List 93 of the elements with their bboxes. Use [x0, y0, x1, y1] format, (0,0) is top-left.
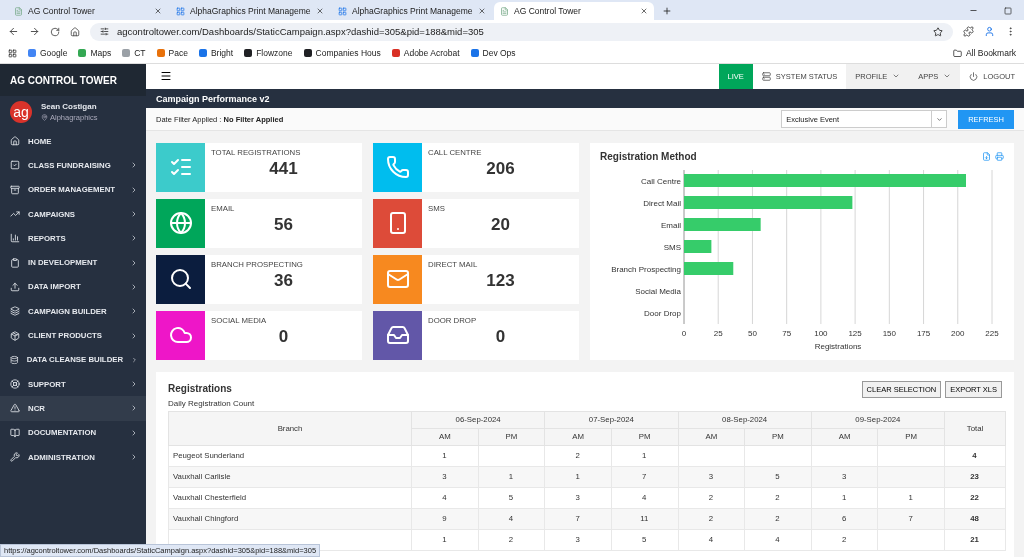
house-icon	[10, 136, 20, 147]
bookmark[interactable]: Bright	[198, 48, 234, 58]
bookmark[interactable]: CT	[122, 48, 146, 58]
stat-value: 56	[274, 215, 293, 235]
new-tab-icon[interactable]	[662, 6, 672, 16]
panel-subtitle: Daily Registration Count	[168, 399, 255, 408]
package-icon	[10, 330, 20, 341]
bar	[684, 240, 712, 253]
bar	[684, 262, 734, 275]
category-label: Email	[661, 221, 681, 230]
browser-tab[interactable]: AlphaGraphics Print Manageme	[332, 2, 492, 20]
tick-label: 175	[916, 329, 931, 338]
axis-title: Registrations	[814, 342, 862, 351]
category-label: Direct Mail	[643, 199, 681, 208]
bar-chart-icon	[10, 233, 20, 244]
stat-value: 20	[491, 215, 510, 235]
lifebuoy-icon	[10, 379, 20, 390]
page-title: Campaign Performance v2	[146, 88, 1024, 109]
tick-label: 225	[985, 329, 999, 338]
trend-icon	[10, 209, 20, 220]
maximize-icon[interactable]	[1004, 7, 1012, 15]
tick-label: 150	[882, 329, 896, 338]
bookmark[interactable]: Google	[28, 48, 68, 58]
home-icon[interactable]	[70, 26, 80, 37]
category-label: Social Media	[635, 287, 681, 296]
profile-icon[interactable]	[984, 26, 995, 37]
tick-label: 125	[848, 329, 862, 338]
bookmark[interactable]: Adobe Acrobat	[391, 48, 460, 58]
tick-label: 0	[681, 329, 687, 338]
back-icon[interactable]	[8, 26, 19, 37]
user-name: Sean Costigan	[41, 102, 98, 111]
upload-icon	[10, 281, 20, 292]
site-settings-icon[interactable]	[100, 27, 109, 36]
clipboard-icon	[10, 257, 20, 268]
checkbox-icon	[10, 160, 20, 171]
globe-icon	[168, 211, 193, 236]
book-icon	[10, 427, 20, 438]
grid-icon	[338, 6, 347, 16]
printer-icon[interactable]	[995, 152, 1004, 161]
page-icon	[500, 6, 509, 16]
bookmark[interactable]: Pace	[156, 48, 188, 58]
bookmark[interactable]: Flowzone	[244, 48, 293, 58]
stat-value: 206	[486, 159, 515, 179]
category-label: SMS	[663, 243, 681, 252]
bookmark[interactable]: Companies Hous	[303, 48, 381, 58]
forward-icon[interactable]	[29, 26, 40, 37]
folder-icon	[952, 48, 962, 58]
extensions-icon[interactable]	[963, 26, 974, 37]
apps-icon[interactable]	[8, 48, 17, 58]
panel-title: Registrations	[168, 383, 232, 394]
close-icon[interactable]	[316, 7, 324, 15]
address-field[interactable]: agcontroltower.com/Dashboards/StaticCampaign.aspx?dashid=305&pid=188&mid=305	[90, 22, 953, 41]
browser-tab[interactable]: AG Control Tower	[8, 2, 168, 20]
menu-icon[interactable]	[160, 70, 172, 83]
phone-icon	[385, 155, 410, 180]
archive-icon	[10, 184, 20, 195]
close-icon[interactable]	[640, 7, 648, 15]
tick-label: 200	[951, 329, 965, 338]
layers-icon	[10, 306, 20, 317]
tick-label: 50	[748, 329, 757, 338]
grid-icon	[176, 6, 185, 16]
warning-icon	[10, 403, 20, 414]
close-icon[interactable]	[478, 7, 486, 15]
server-icon	[761, 71, 771, 81]
chart-title: Registration Method	[600, 151, 697, 162]
brand-title: AG CONTROL TOWER	[0, 64, 146, 96]
tick-label: 75	[782, 329, 792, 338]
tick-label: 100	[814, 329, 828, 338]
category-label: Door Drop	[644, 309, 681, 318]
all-bookmarks[interactable]: All Bookmark	[952, 48, 1016, 58]
browser-tab[interactable]: AG Control Tower	[494, 2, 654, 20]
category-label: Branch Prospecting	[611, 265, 681, 274]
power-icon	[969, 71, 979, 81]
caret-icon	[935, 115, 943, 123]
search-icon	[168, 267, 193, 292]
close-icon[interactable]	[154, 7, 162, 15]
bookmark-star-icon[interactable]	[933, 26, 943, 37]
bookmark[interactable]: Maps	[78, 48, 112, 58]
avatar: ag	[10, 101, 32, 123]
pin-icon	[41, 114, 48, 121]
stat-value: 123	[486, 271, 515, 291]
database-icon	[10, 354, 19, 365]
wrench-icon	[10, 452, 20, 462]
stat-value: 0	[278, 327, 289, 347]
stat-value: 36	[274, 271, 293, 291]
stat-value: 441	[269, 159, 298, 179]
reload-icon[interactable]	[50, 26, 60, 37]
browser-tab[interactable]: AlphaGraphics Print Manageme	[170, 2, 330, 20]
stat-value: 0	[495, 327, 506, 347]
page-icon	[14, 6, 23, 16]
tick-label: 25	[713, 329, 723, 338]
bookmark[interactable]: Dev Ops	[470, 48, 516, 58]
category-label: Call Centre	[641, 177, 681, 186]
